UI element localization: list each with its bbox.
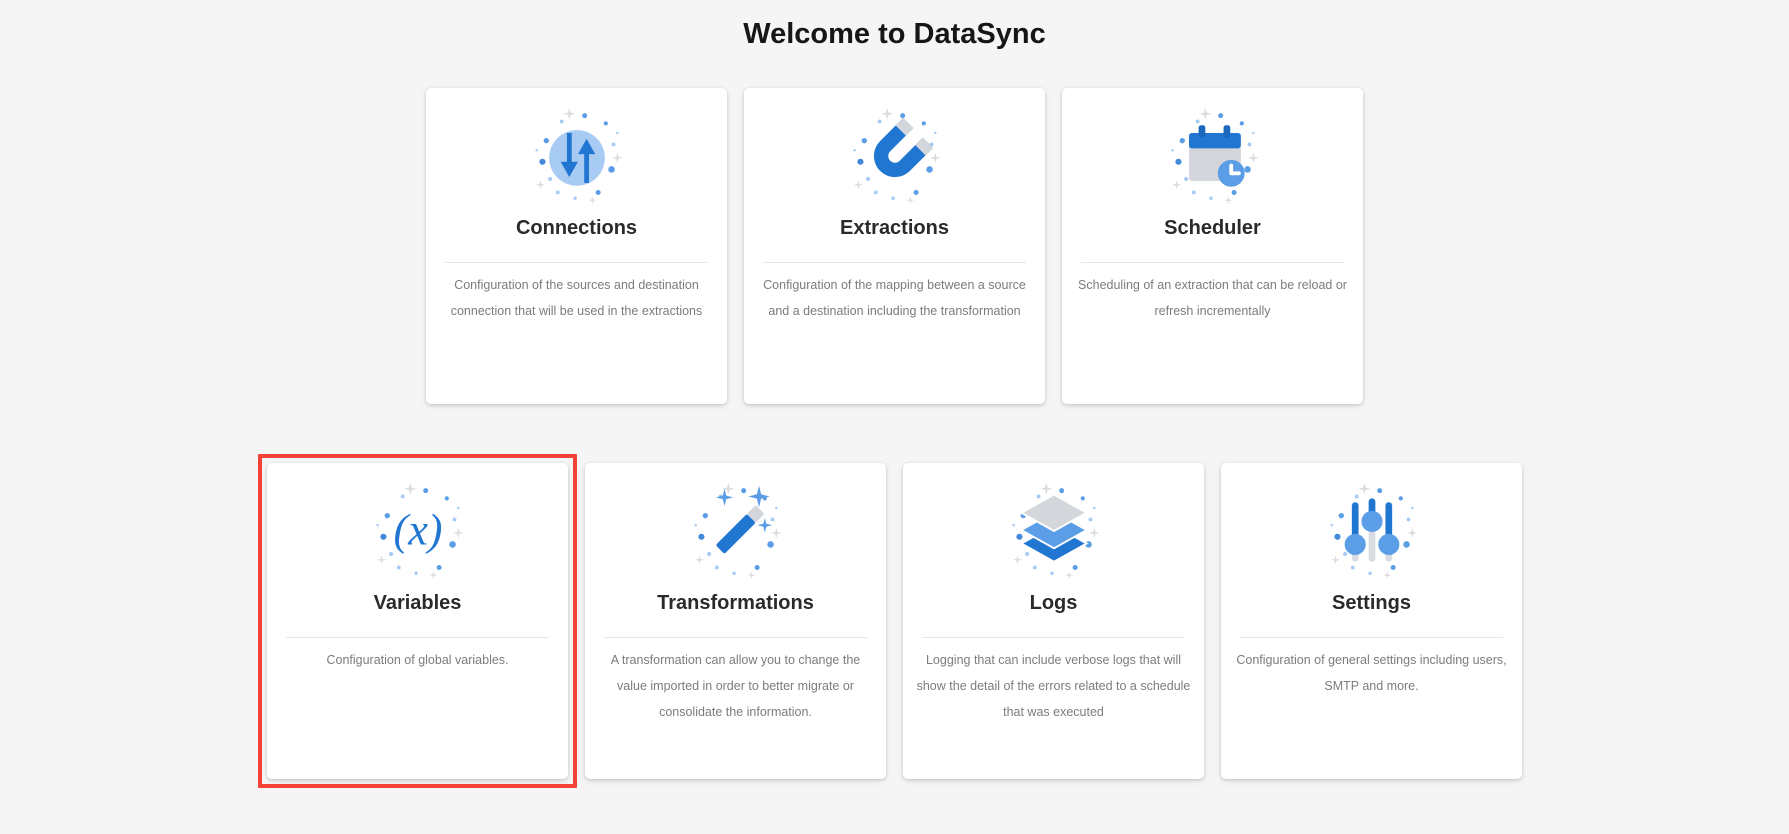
card-description: Configuration of general settings includ… xyxy=(1232,647,1511,699)
card-title: Variables xyxy=(267,589,568,617)
card-divider xyxy=(604,637,867,638)
function-x-icon: (x) xyxy=(370,483,466,579)
card-divider xyxy=(445,262,708,263)
sync-arrows-icon xyxy=(529,108,625,204)
card-description: A transformation can allow you to change… xyxy=(596,647,875,725)
card-transformations[interactable]: Transformations A transformation can all… xyxy=(585,463,886,779)
card-description: Logging that can include verbose logs th… xyxy=(914,647,1193,725)
card-title: Extractions xyxy=(744,214,1045,242)
card-description: Configuration of global variables. xyxy=(278,647,557,673)
card-title: Connections xyxy=(426,214,727,242)
card-title: Transformations xyxy=(585,589,886,617)
sliders-icon xyxy=(1324,483,1420,579)
card-divider xyxy=(922,637,1185,638)
layers-icon xyxy=(1006,483,1102,579)
page-title: Welcome to DataSync xyxy=(0,0,1789,51)
card-variables[interactable]: (x) Variables Configuration of global va… xyxy=(267,463,568,779)
card-divider xyxy=(1081,262,1344,263)
card-divider xyxy=(1240,637,1503,638)
card-description: Configuration of the sources and destina… xyxy=(437,272,716,324)
svg-text:(x): (x) xyxy=(393,505,442,554)
magnet-icon xyxy=(847,108,943,204)
card-description: Scheduling of an extraction that can be … xyxy=(1073,272,1352,324)
card-title: Scheduler xyxy=(1062,214,1363,242)
magic-wand-icon xyxy=(688,483,784,579)
card-divider xyxy=(286,637,549,638)
card-divider xyxy=(763,262,1026,263)
cards-row-2: (x) Variables Configuration of global va… xyxy=(0,463,1789,779)
welcome-page: Welcome to DataSync Connections Configur… xyxy=(0,0,1789,834)
card-connections[interactable]: Connections Configuration of the sources… xyxy=(426,88,727,404)
card-settings[interactable]: Settings Configuration of general settin… xyxy=(1221,463,1522,779)
card-title: Settings xyxy=(1221,589,1522,617)
card-extractions[interactable]: Extractions Configuration of the mapping… xyxy=(744,88,1045,404)
card-description: Configuration of the mapping between a s… xyxy=(755,272,1034,324)
cards-row-1: Connections Configuration of the sources… xyxy=(0,88,1789,404)
calendar-clock-icon xyxy=(1165,108,1261,204)
card-scheduler[interactable]: Scheduler Scheduling of an extraction th… xyxy=(1062,88,1363,404)
card-title: Logs xyxy=(903,589,1204,617)
card-logs[interactable]: Logs Logging that can include verbose lo… xyxy=(903,463,1204,779)
